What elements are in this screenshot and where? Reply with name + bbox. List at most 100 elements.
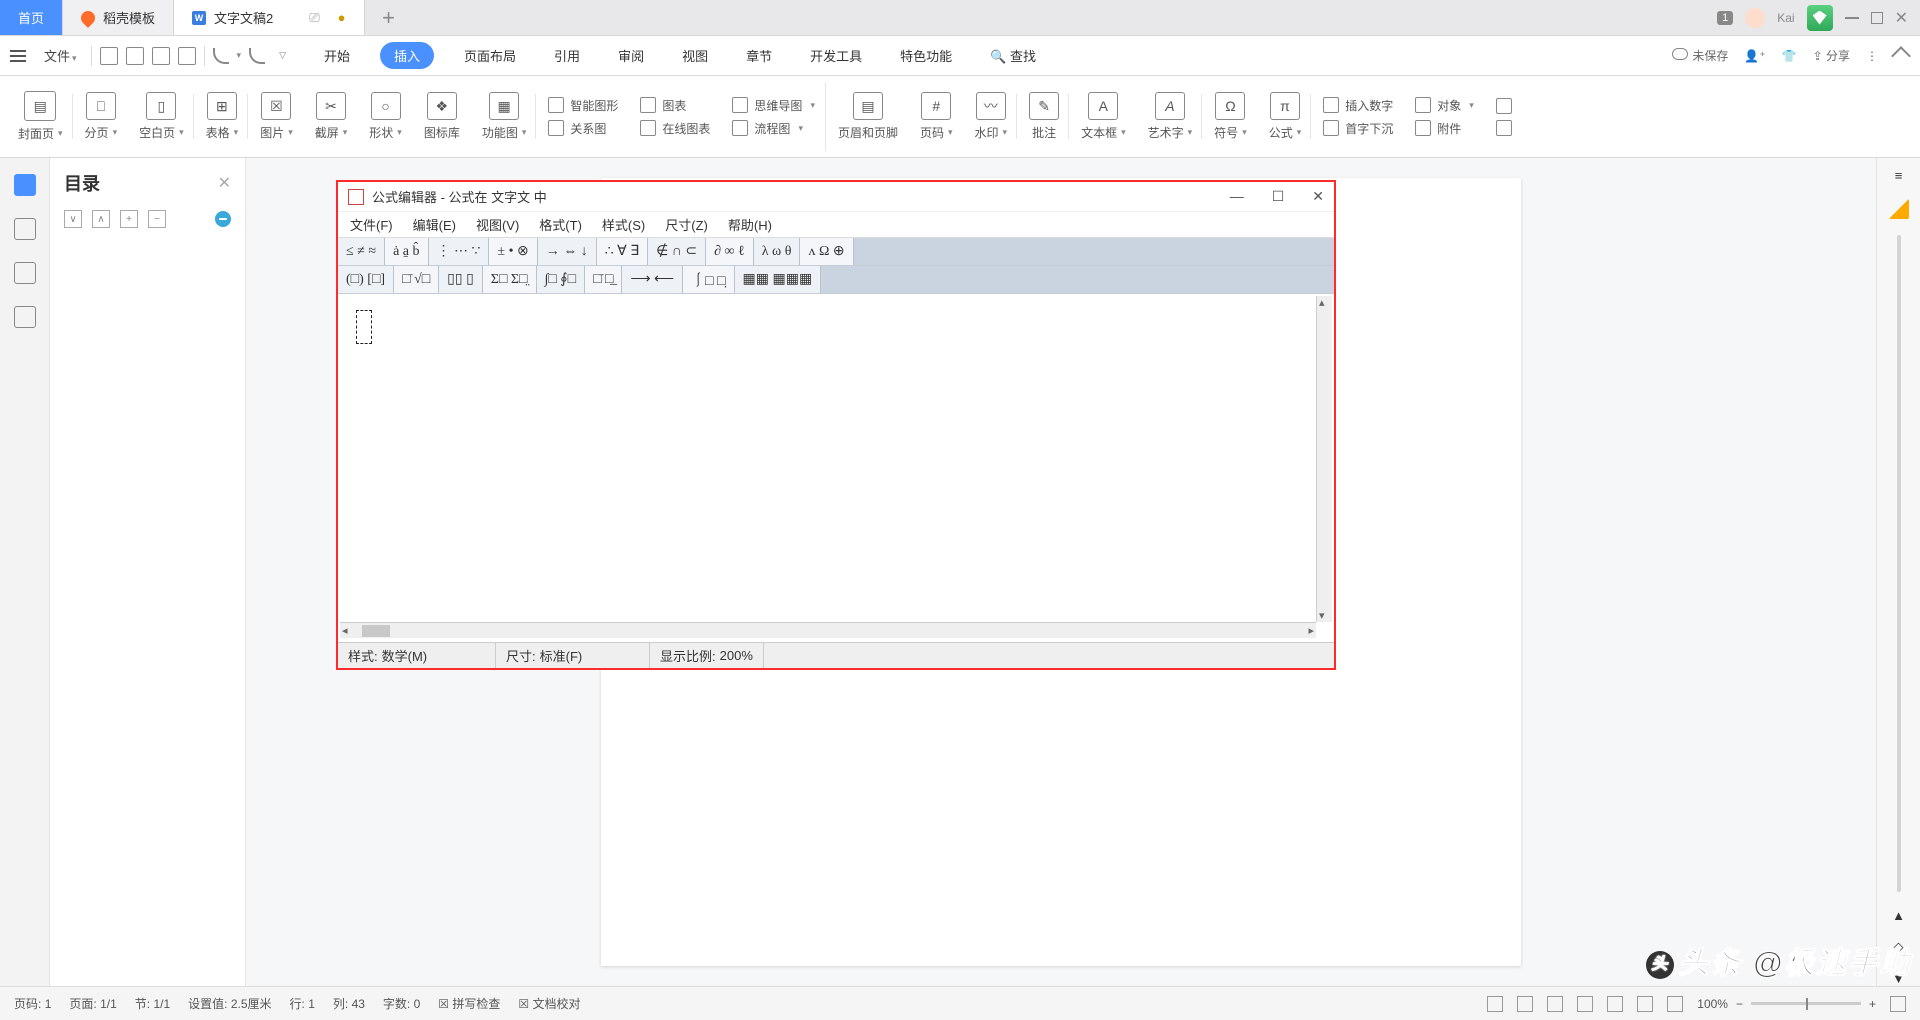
- ribbon-tab-insert[interactable]: 插入: [380, 42, 434, 69]
- present-icon[interactable]: ⎚: [309, 10, 319, 26]
- collab-icon[interactable]: 👤⁺: [1744, 49, 1765, 63]
- print-icon[interactable]: [152, 47, 170, 65]
- eq-palette-greek-lower[interactable]: λ ω θ: [754, 238, 801, 265]
- btn-pagebreak[interactable]: ⎕分页: [75, 82, 128, 151]
- sb-page[interactable]: 页面: 1/1: [69, 995, 116, 1012]
- eq-vertical-scrollbar[interactable]: [1316, 296, 1332, 622]
- toc-link-icon[interactable]: [215, 211, 231, 227]
- edit-pencil-icon[interactable]: [1889, 199, 1909, 219]
- btn-headerfooter[interactable]: ▤页眉和页脚: [828, 82, 908, 151]
- sb-section[interactable]: 节: 1/1: [135, 995, 170, 1012]
- sb-layout-outline-icon[interactable]: [1607, 996, 1623, 1012]
- zoom-in-icon[interactable]: +: [1869, 997, 1876, 1011]
- sb-layout-web-icon[interactable]: [1637, 996, 1653, 1012]
- eq-edit-area[interactable]: [338, 296, 1314, 622]
- btn-picture[interactable]: ☒图片: [250, 82, 303, 151]
- eq-palette-relational[interactable]: ≤ ≠ ≈: [338, 238, 385, 265]
- sb-dark-icon[interactable]: [1667, 996, 1683, 1012]
- ribbon-tab-view[interactable]: 视图: [674, 42, 716, 69]
- btn-textbox[interactable]: A文本框: [1071, 82, 1136, 151]
- redo-icon[interactable]: [249, 48, 265, 64]
- eq-titlebar[interactable]: 公式编辑器 - 公式在 文字文 中 — ☐ ✕: [338, 182, 1334, 212]
- btn-comment[interactable]: ✎批注: [1019, 82, 1069, 151]
- eq-tmpl-prodset[interactable]: ⎰□ □̣: [683, 266, 734, 293]
- eq-menu-style[interactable]: 样式(S): [602, 215, 645, 234]
- zoom-out-icon[interactable]: −: [1736, 997, 1743, 1011]
- eq-close-icon[interactable]: ✕: [1312, 188, 1324, 205]
- save-icon[interactable]: [100, 47, 118, 65]
- tab-templates[interactable]: 稻壳模板: [63, 0, 174, 35]
- file-menu[interactable]: 文件: [38, 42, 83, 69]
- ribbon-tab-layout[interactable]: 页面布局: [456, 42, 524, 69]
- zoom-slider[interactable]: [1751, 1002, 1861, 1005]
- sb-setval[interactable]: 设置值: 2.5厘米: [188, 995, 271, 1012]
- sb-focus-icon[interactable]: [1487, 996, 1503, 1012]
- btn-pageno[interactable]: #页码: [910, 82, 963, 151]
- rail-search-icon[interactable]: [14, 306, 36, 328]
- btn-mindmap[interactable]: 思维导图: [732, 97, 815, 114]
- eq-palette-logic[interactable]: ∴ ∀ ∃: [597, 238, 648, 265]
- btn-iconlib[interactable]: ❖图标库: [414, 82, 470, 151]
- rail-bookmark-icon[interactable]: [14, 262, 36, 284]
- eq-menu-size[interactable]: 尺寸(Z): [665, 215, 708, 234]
- btn-blankpage[interactable]: ▯空白页: [129, 82, 194, 151]
- sb-fitpage-icon[interactable]: [1890, 996, 1906, 1012]
- btn-attachment[interactable]: 附件: [1415, 120, 1474, 137]
- eq-palette-calc[interactable]: ∂ ∞ ℓ: [706, 238, 754, 265]
- sb-sign-icon[interactable]: [1547, 996, 1563, 1012]
- eq-tmpl-overunder[interactable]: □̄ □̲: [585, 266, 622, 293]
- sb-pagecode[interactable]: 页码: 1: [14, 995, 51, 1012]
- scroll-up-icon[interactable]: ▲: [1892, 908, 1905, 923]
- toc-expand-icon[interactable]: ∨: [64, 210, 82, 228]
- ribbon-tab-reference[interactable]: 引用: [546, 42, 588, 69]
- export-icon[interactable]: [126, 47, 144, 65]
- btn-shapes[interactable]: ○形状: [359, 82, 412, 151]
- collapse-ribbon-icon[interactable]: [1891, 46, 1911, 66]
- eq-menu-view[interactable]: 视图(V): [476, 215, 519, 234]
- eq-palette-sets[interactable]: ∉ ∩ ⊂: [648, 238, 706, 265]
- ribbon-tab-special[interactable]: 特色功能: [892, 42, 960, 69]
- btn-flowchart[interactable]: 流程图: [732, 120, 815, 137]
- close-window-button[interactable]: ✕: [1895, 8, 1908, 28]
- btn-chart[interactable]: 图表: [640, 97, 710, 114]
- btn-relation[interactable]: 关系图: [548, 120, 618, 137]
- undo-icon[interactable]: [213, 48, 229, 64]
- zoom-control[interactable]: 100% − +: [1697, 997, 1876, 1011]
- vip-diamond-icon[interactable]: [1807, 5, 1833, 31]
- sb-layout-page-icon[interactable]: [1577, 996, 1593, 1012]
- eq-menu-edit[interactable]: 编辑(E): [413, 215, 456, 234]
- hamburger-icon[interactable]: [6, 46, 30, 66]
- eq-minimize-icon[interactable]: —: [1230, 188, 1244, 205]
- ribbon-tab-start[interactable]: 开始: [316, 42, 358, 69]
- sb-col[interactable]: 列: 43: [333, 995, 365, 1012]
- eq-palette-accents[interactable]: ȧ a̱ b̂: [385, 238, 428, 265]
- btn-screenshot[interactable]: ✂截屏: [305, 82, 358, 151]
- btn-dropcap[interactable]: 首字下沉: [1323, 120, 1393, 137]
- eq-menu-help[interactable]: 帮助(H): [728, 215, 772, 234]
- avatar[interactable]: [1745, 8, 1765, 28]
- eq-maximize-icon[interactable]: ☐: [1272, 188, 1285, 205]
- ribbon-tab-review[interactable]: 审阅: [610, 42, 652, 69]
- btn-equation[interactable]: π公式: [1259, 82, 1312, 151]
- btn-smartart[interactable]: 智能图形: [548, 97, 618, 114]
- eq-tmpl-sum[interactable]: Σ□ Σ□̤: [483, 266, 537, 293]
- format-painter-dd[interactable]: ▽: [279, 50, 286, 61]
- tab-home[interactable]: 首页: [0, 0, 63, 35]
- sb-row[interactable]: 行: 1: [290, 995, 315, 1012]
- btn-symbol[interactable]: Ω符号: [1204, 82, 1257, 151]
- ribbon-tab-dev[interactable]: 开发工具: [802, 42, 870, 69]
- notification-badge[interactable]: 1: [1717, 11, 1733, 25]
- maximize-button[interactable]: [1871, 12, 1883, 24]
- ruler-top-icon[interactable]: ≡: [1895, 168, 1903, 183]
- eq-palette-dots[interactable]: ⋮ ⋯ ∵: [429, 238, 490, 265]
- unsaved-indicator[interactable]: 未保存: [1672, 47, 1728, 64]
- toc-remove-icon[interactable]: −: [148, 210, 166, 228]
- eq-horizontal-scrollbar[interactable]: [340, 622, 1316, 638]
- preview-icon[interactable]: [178, 47, 196, 65]
- ribbon-tab-find[interactable]: 🔍 查找: [982, 42, 1044, 69]
- sb-spellcheck[interactable]: ☒ 拼写检查: [438, 995, 500, 1012]
- btn-table[interactable]: ⊞表格: [196, 82, 249, 151]
- toc-collapse-icon[interactable]: ∧: [92, 210, 110, 228]
- toc-close-icon[interactable]: ✕: [218, 173, 231, 193]
- more-icon[interactable]: ⋮: [1866, 49, 1878, 63]
